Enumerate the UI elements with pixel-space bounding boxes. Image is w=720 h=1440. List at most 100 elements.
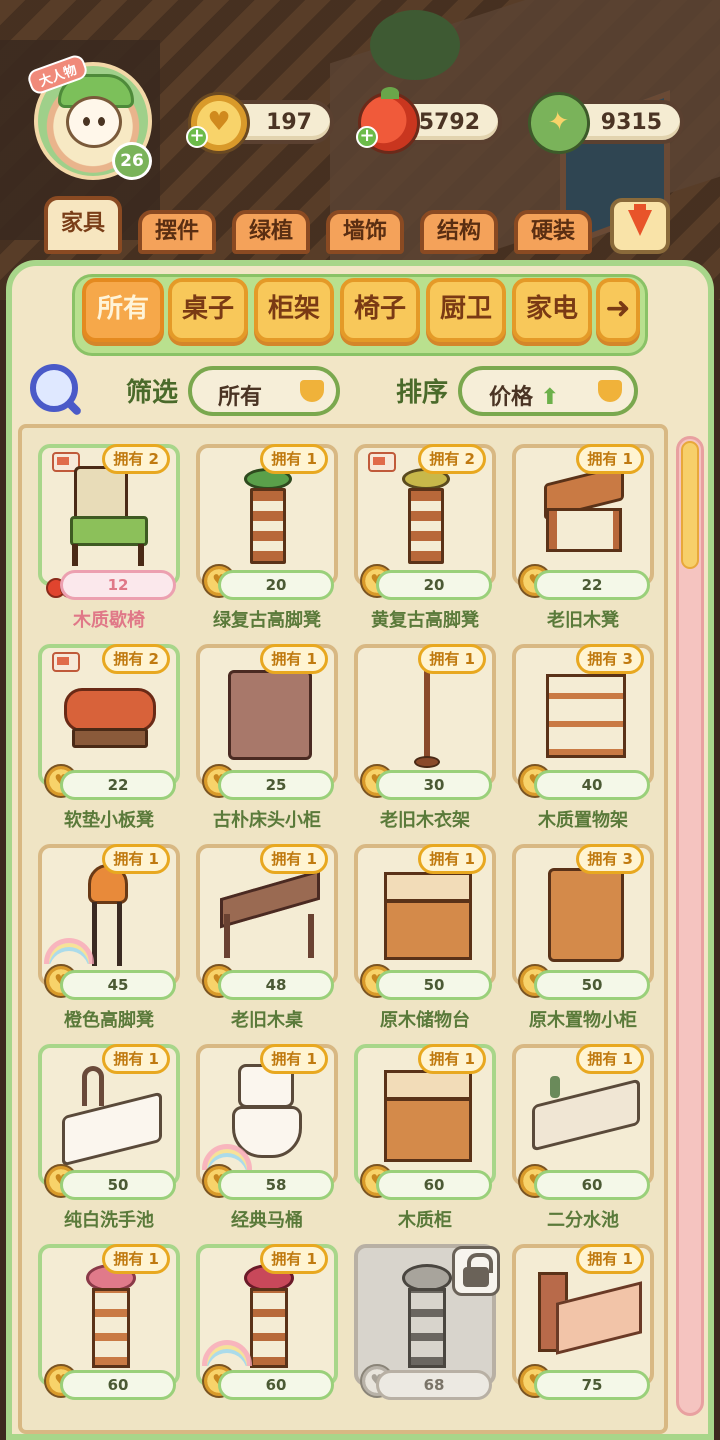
- chair-leg: [72, 544, 78, 566]
- item-price: 60: [534, 1170, 650, 1200]
- item-card[interactable]: 拥有 1 60 二分水池: [512, 1044, 654, 1231]
- item-name: 木质歇椅: [73, 610, 145, 631]
- nightstand: [228, 670, 312, 760]
- cabinet-top: [384, 1070, 472, 1100]
- subtab-shelves[interactable]: 柜架: [254, 278, 334, 342]
- item-name: 原木置物小柜: [529, 1010, 637, 1031]
- tab-structure[interactable]: 结构: [420, 210, 498, 254]
- scrollbar-thumb[interactable]: [681, 441, 699, 569]
- item-card[interactable]: 拥有 1 22 老旧木凳: [512, 444, 654, 631]
- item-card[interactable]: 拥有 2 12 木质歇椅: [38, 444, 180, 631]
- item-card[interactable]: 拥有 3 40 木质置物架: [512, 644, 654, 831]
- sink-basin: [62, 1091, 162, 1167]
- owned-badge: 拥有 1: [260, 644, 328, 674]
- search-icon[interactable]: [30, 364, 78, 412]
- item-name: 老旧木桌: [231, 1010, 303, 1031]
- item-list-scrollbar[interactable]: [676, 436, 704, 1416]
- add-coins-button[interactable]: +: [186, 126, 208, 148]
- stool-legs: [408, 488, 444, 564]
- next-subtab-arrow-icon[interactable]: [596, 278, 640, 342]
- item-card[interactable]: 拥有 1 58 经典马桶: [196, 1044, 338, 1231]
- stool-legs: [92, 902, 122, 966]
- tab-wall-decor[interactable]: 墙饰: [326, 210, 404, 254]
- item-card[interactable]: 拥有 1 48 老旧木桌: [196, 844, 338, 1031]
- owned-badge: 拥有 1: [102, 1244, 170, 1274]
- item-card[interactable]: 拥有 1 60: [196, 1244, 338, 1430]
- item-card[interactable]: 拥有 1 30 老旧木衣架: [354, 644, 496, 831]
- cushion: [64, 688, 156, 732]
- item-name: 黄复古高脚凳: [371, 610, 479, 631]
- stool-legs: [92, 1288, 130, 1368]
- owned-badge: 拥有 2: [418, 444, 486, 474]
- item-card[interactable]: 拥有 3 50 原木置物小柜: [512, 844, 654, 1031]
- tab-hard-decor[interactable]: 硬装: [514, 210, 592, 254]
- item-price: 75: [534, 1370, 650, 1400]
- shelf: [546, 674, 626, 758]
- item-price: 45: [60, 970, 176, 1000]
- item-card[interactable]: 拥有 1 25 古朴床头小柜: [196, 644, 338, 831]
- subtab-tables[interactable]: 桌子: [168, 278, 248, 342]
- item-card[interactable]: 拥有 1 60: [38, 1244, 180, 1430]
- sort-value-wrap: 价格 ⬆: [462, 379, 586, 411]
- lock-icon: [452, 1246, 500, 1296]
- desk-legs: [224, 914, 314, 958]
- bench-base: [72, 728, 148, 748]
- item-price: 20: [376, 570, 492, 600]
- tomato-value: 5792: [418, 110, 480, 135]
- rainbow-icon: [44, 938, 94, 964]
- item-card[interactable]: 拥有 1 50 原木储物台: [354, 844, 496, 1031]
- item-card[interactable]: 拥有 1 20 绿复古高脚凳: [196, 444, 338, 631]
- counter-body: [384, 900, 472, 960]
- ascending-arrow-icon: ⬆: [540, 385, 560, 410]
- down-arrow-icon: [634, 204, 646, 218]
- coins-value: 197: [266, 110, 312, 135]
- tab-plants[interactable]: 绿植: [232, 210, 310, 254]
- currency-coins[interactable]: + 197: [186, 92, 334, 154]
- item-card[interactable]: 拥有 1 60 木质柜: [354, 1044, 496, 1231]
- item-name: 软垫小板凳: [64, 810, 154, 831]
- currency-book[interactable]: 9315: [523, 87, 684, 159]
- item-price: 12: [60, 570, 176, 600]
- collapse-panel-button[interactable]: [610, 198, 670, 254]
- item-price: 50: [376, 970, 492, 1000]
- counter-top: [384, 872, 472, 902]
- tab-furniture[interactable]: 家具: [44, 196, 122, 254]
- chevron-down-icon: [300, 380, 324, 402]
- item-card[interactable]: 拥有 2 20 黄复古高脚凳: [354, 444, 496, 631]
- main-category-tabs: 家具 摆件 绿植 墙饰 结构 硬装: [0, 196, 720, 256]
- item-name: 木质置物架: [538, 810, 628, 831]
- sort-label: 排序: [396, 378, 449, 408]
- stool-legs: [250, 1288, 288, 1368]
- owned-badge: 拥有 2: [102, 444, 170, 474]
- book-value: 9315: [600, 110, 662, 135]
- tab-ornaments[interactable]: 摆件: [138, 210, 216, 254]
- owned-badge: 拥有 1: [418, 1044, 486, 1074]
- subtab-chairs[interactable]: 椅子: [340, 278, 420, 342]
- item-card[interactable]: 拥有 1 45 橙色高脚凳: [38, 844, 180, 1031]
- chevron-down-icon: [598, 380, 622, 402]
- item-card[interactable]: 拥有 2 22 软垫小板凳: [38, 644, 180, 831]
- delivery-truck-icon: [52, 652, 80, 672]
- add-tomato-button[interactable]: +: [356, 126, 378, 148]
- item-card[interactable]: 拥有 1 75: [512, 1244, 654, 1430]
- stool-legs: [250, 488, 286, 564]
- item-card[interactable]: 拥有 1 50 纯白洗手池: [38, 1044, 180, 1231]
- subtab-all[interactable]: 所有: [82, 278, 164, 342]
- bed-mattress: [556, 1281, 642, 1355]
- filter-value: 所有: [217, 385, 262, 410]
- item-price: 60: [60, 1370, 176, 1400]
- avatar-face: [66, 96, 122, 148]
- item-card-locked[interactable]: 68: [354, 1244, 500, 1430]
- item-name: 二分水池: [547, 1210, 619, 1231]
- filter-dropdown[interactable]: 所有: [188, 366, 340, 416]
- currency-tomato[interactable]: + 5792: [356, 87, 502, 154]
- owned-badge: 拥有 1: [260, 844, 328, 874]
- faucet: [82, 1066, 104, 1106]
- subtab-kitchen-bath[interactable]: 厨卫: [426, 278, 506, 342]
- owned-badge: 拥有 3: [576, 844, 644, 874]
- sort-dropdown[interactable]: 价格 ⬆: [458, 366, 638, 416]
- item-name: 橙色高脚凳: [64, 1010, 154, 1031]
- subtab-appliances[interactable]: 家电: [512, 278, 592, 342]
- owned-badge: 拥有 1: [102, 1044, 170, 1074]
- item-price: 30: [376, 770, 492, 800]
